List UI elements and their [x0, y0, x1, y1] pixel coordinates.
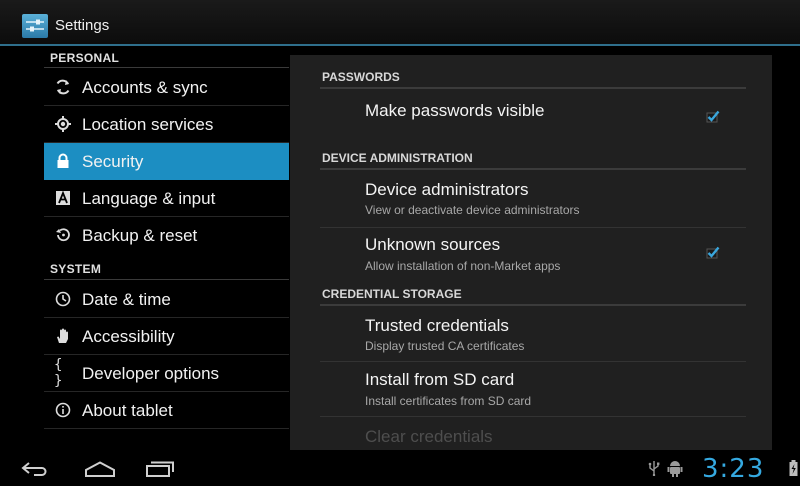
sidebar-item-security[interactable]: Security [44, 143, 289, 180]
sidebar-item-label: Date & time [82, 290, 171, 309]
pref-summary: Allow installation of non-Market apps [365, 259, 561, 273]
settings-nav-pane: PERSONAL Accounts & sync Location servic… [44, 48, 289, 448]
system-bar: 3:23 [0, 450, 800, 486]
pref-summary: Display trusted CA certificates [365, 339, 525, 353]
lock-icon [54, 152, 72, 170]
sidebar-item-accounts-sync[interactable]: Accounts & sync [44, 69, 289, 106]
sidebar-item-language-input[interactable]: Language & input [44, 180, 289, 217]
braces-icon: { } [54, 357, 63, 389]
checkbox-checked-icon[interactable] [706, 109, 720, 123]
pref-summary: View or deactivate device administrators [365, 203, 580, 217]
restore-icon [54, 226, 72, 244]
sidebar-item-date-time[interactable]: Date & time [44, 281, 289, 318]
pref-title: Device administrators [365, 180, 529, 199]
pref-install-from-sd-card[interactable]: Install from SD card Install certificate… [290, 362, 772, 416]
status-clock[interactable]: 3:23 [702, 454, 764, 484]
sidebar-item-label: Location services [82, 115, 214, 134]
category-device-administration: DEVICE ADMINISTRATION [322, 151, 473, 165]
home-icon[interactable] [84, 461, 116, 482]
sidebar-item-label: Developer options [82, 364, 220, 383]
pref-title: Make passwords visible [365, 101, 545, 120]
action-bar: Settings [0, 0, 800, 46]
sidebar-item-label: Security [82, 152, 144, 171]
sidebar-item-about-tablet[interactable]: About tablet [44, 392, 289, 429]
info-icon [54, 401, 72, 419]
section-divider [44, 67, 289, 68]
sidebar-item-developer-options[interactable]: { } Developer options [44, 355, 289, 392]
pref-make-passwords-visible[interactable]: Make passwords visible [290, 89, 772, 143]
clock-icon [54, 290, 72, 308]
section-header-personal: PERSONAL [50, 51, 120, 65]
pref-unknown-sources[interactable]: Unknown sources Allow installation of no… [290, 228, 772, 282]
sidebar-item-label: Accounts & sync [82, 78, 208, 97]
hand-icon [54, 327, 72, 345]
sidebar-item-label: About tablet [82, 401, 173, 420]
android-debug-icon [667, 459, 683, 482]
checkbox-checked-icon[interactable] [706, 245, 720, 259]
sidebar-item-label: Accessibility [82, 327, 175, 346]
pref-title: Trusted credentials [365, 316, 509, 335]
pref-title: Unknown sources [365, 235, 501, 254]
pref-summary: Install certificates from SD card [365, 394, 532, 408]
usb-icon [648, 460, 660, 481]
pref-clear-credentials: Clear credentials [290, 417, 772, 450]
pref-title: Clear credentials [365, 427, 493, 446]
back-icon[interactable] [20, 462, 50, 481]
section-divider [44, 279, 289, 280]
category-passwords: PASSWORDS [322, 70, 400, 84]
security-detail-pane: PASSWORDS Make passwords visible DEVICE … [290, 55, 772, 450]
sidebar-item-accessibility[interactable]: Accessibility [44, 318, 289, 355]
window-title: Settings [55, 17, 110, 34]
sidebar-item-backup-reset[interactable]: Backup & reset [44, 217, 289, 254]
sidebar-item-label: Language & input [82, 189, 216, 208]
keyboard-a-icon [54, 189, 72, 207]
sidebar-item-location-services[interactable]: Location services [44, 106, 289, 143]
section-header-system: SYSTEM [50, 262, 102, 276]
pref-device-administrators[interactable]: Device administrators View or deactivate… [290, 170, 772, 226]
pref-title: Install from SD card [365, 370, 515, 389]
battery-charging-icon [789, 460, 798, 481]
recent-apps-icon[interactable] [146, 461, 174, 482]
category-credential-storage: CREDENTIAL STORAGE [322, 287, 462, 301]
pref-trusted-credentials[interactable]: Trusted credentials Display trusted CA c… [290, 306, 772, 360]
settings-sliders-icon[interactable] [22, 14, 48, 38]
sync-icon [54, 78, 72, 96]
sidebar-item-label: Backup & reset [82, 226, 198, 245]
location-target-icon [54, 115, 72, 133]
